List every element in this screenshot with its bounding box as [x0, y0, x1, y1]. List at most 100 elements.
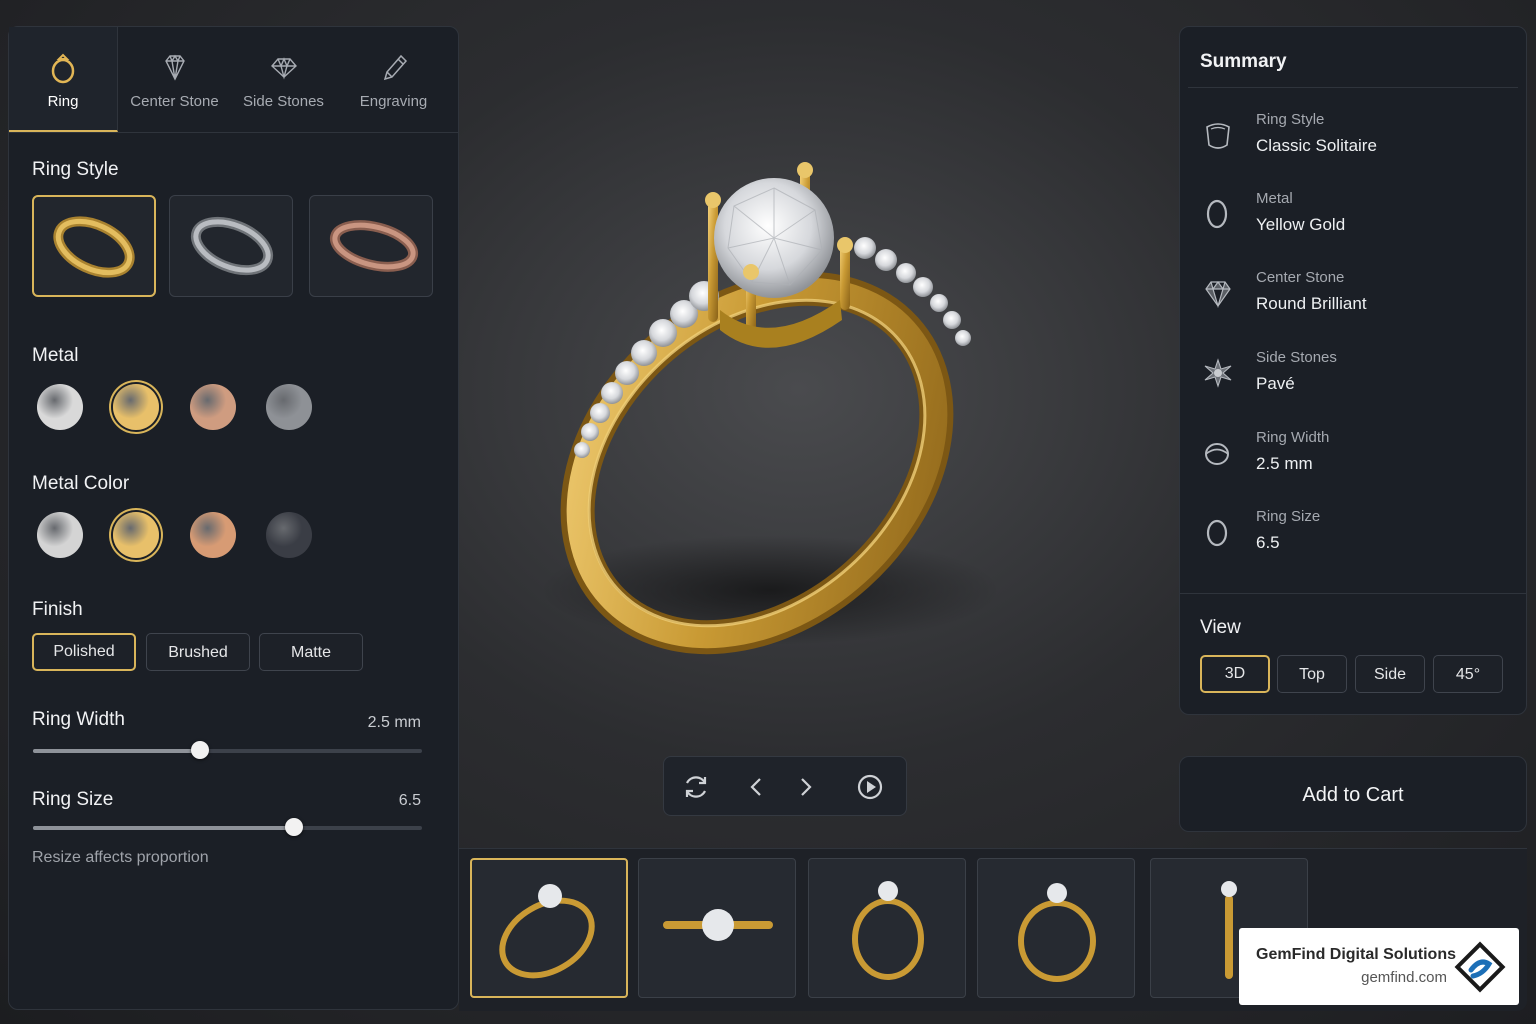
thumbnail-ring-image — [1018, 883, 1096, 982]
prong-tip — [705, 192, 721, 208]
diamond-icon — [164, 54, 185, 81]
tab-engraving-label: Engraving — [359, 93, 428, 110]
finish-polished-button[interactable]: Polished — [32, 633, 136, 671]
finish-title: Finish — [32, 599, 83, 620]
brand-url: gemfind.com — [1361, 969, 1447, 986]
thumbnail-ring-image — [663, 909, 773, 941]
ring-size-icon — [1206, 519, 1228, 547]
ring-style-title: Ring Style — [32, 159, 119, 180]
side-stones-icon — [1204, 358, 1232, 388]
summary-item-side-stones: Side Stones Pavé — [1200, 349, 1510, 409]
ring-size-slider-thumb[interactable] — [284, 818, 303, 836]
ring-width-slider[interactable] — [33, 741, 422, 759]
rose-gold-band-icon — [329, 220, 419, 272]
summary-item-ring-style: Ring Style Classic Solitaire — [1200, 111, 1510, 171]
ring-style-option-white[interactable] — [169, 195, 293, 297]
summary-value: 6.5 — [1256, 533, 1280, 552]
ring-size-note: Resize affects proportion — [32, 849, 209, 866]
metal-ring-icon — [1206, 199, 1228, 229]
chevron-left-icon[interactable] — [740, 771, 772, 803]
ring-width-slider-thumb[interactable] — [191, 741, 210, 759]
summary-value: Yellow Gold — [1256, 215, 1346, 234]
finish-brushed-button[interactable]: Brushed — [146, 633, 250, 671]
ring-width-title: Ring Width — [32, 709, 125, 730]
rotate-icon[interactable] — [680, 771, 712, 803]
add-to-cart-button[interactable]: Add to Cart — [1179, 756, 1527, 832]
ring-style-icon — [1206, 123, 1230, 149]
ring-style-option-rose[interactable] — [309, 195, 433, 297]
brand-badge[interactable]: GemFind Digital Solutions gemfind.com — [1239, 928, 1519, 1005]
prong-tip — [837, 237, 853, 253]
prong-tip — [797, 162, 813, 178]
summary-label: Ring Width — [1256, 429, 1330, 446]
metal-swatch[interactable] — [266, 384, 312, 430]
summary-item-metal: Metal Yellow Gold — [1200, 190, 1510, 250]
thumbnail-top[interactable] — [638, 858, 796, 998]
ring-size-slider-fill — [33, 826, 294, 830]
summary-label: Center Stone — [1256, 269, 1345, 286]
summary-value: Pavé — [1256, 374, 1295, 393]
chevron-right-icon[interactable] — [790, 771, 822, 803]
ring-size-title: Ring Size — [32, 789, 114, 810]
ring-3d-preview[interactable] — [470, 120, 1170, 740]
center-stone-icon — [1205, 280, 1231, 309]
summary-title: Summary — [1200, 51, 1287, 72]
summary-value: Round Brilliant — [1256, 294, 1367, 313]
tab-center-stone[interactable]: Center Stone — [120, 27, 229, 132]
tab-ring[interactable]: Ring — [9, 27, 118, 132]
ring-icon — [51, 53, 75, 84]
metal-color-swatch[interactable] — [37, 512, 83, 558]
metal-swatch[interactable] — [37, 384, 83, 430]
ring-width-value: 2.5 mm — [367, 714, 421, 731]
summary-item-ring-width: Ring Width 2.5 mm — [1200, 429, 1510, 489]
summary-value: Classic Solitaire — [1256, 136, 1377, 155]
yellow-gold-band-icon — [53, 216, 135, 278]
summary-label: Side Stones — [1256, 349, 1337, 366]
summary-value: 2.5 mm — [1256, 454, 1313, 473]
thumbnail-front-alt[interactable] — [977, 858, 1135, 998]
ring-size-slider[interactable] — [33, 818, 422, 836]
ring-width-icon — [1205, 443, 1229, 465]
summary-item-ring-size: Ring Size 6.5 — [1200, 508, 1510, 568]
metal-color-swatch[interactable] — [190, 512, 236, 558]
gemfind-logo-icon — [1454, 941, 1506, 993]
summary-divider — [1188, 87, 1518, 88]
summary-label: Ring Style — [1256, 111, 1325, 128]
pencil-icon — [383, 54, 407, 81]
metal-swatch[interactable] — [113, 384, 159, 430]
viewer-controls — [663, 756, 907, 816]
ring-width-slider-fill — [33, 749, 201, 753]
tab-center-stone-label: Center Stone — [130, 93, 219, 110]
thumbnail-ring-image — [499, 884, 595, 979]
tab-side-stones[interactable]: Side Stones — [229, 27, 338, 132]
ring-style-option-yellow[interactable] — [32, 195, 156, 297]
thumbnail-front[interactable] — [808, 858, 966, 998]
thumbnail-ring-image — [852, 881, 924, 980]
view-45-button[interactable]: 45° — [1433, 655, 1503, 693]
view-divider — [1180, 593, 1526, 594]
tab-engraving[interactable]: Engraving — [339, 27, 448, 132]
metal-color-swatch[interactable] — [113, 512, 159, 558]
gem-icon — [270, 57, 297, 80]
view-title: View — [1200, 617, 1241, 638]
finish-matte-button[interactable]: Matte — [259, 633, 363, 671]
configurator-panel: Ring Center Stone Side Stones Engraving … — [8, 26, 459, 1010]
metal-swatch[interactable] — [190, 384, 236, 430]
view-3d-button[interactable]: 3D — [1200, 655, 1270, 693]
thumbnail-angled[interactable] — [470, 858, 628, 998]
white-gold-band-icon — [190, 216, 274, 276]
view-top-button[interactable]: Top — [1277, 655, 1347, 693]
prong-tip — [743, 264, 759, 280]
metal-color-swatch[interactable] — [266, 512, 312, 558]
play-icon[interactable] — [854, 771, 886, 803]
summary-item-center-stone: Center Stone Round Brilliant — [1200, 269, 1510, 329]
brand-name: GemFind Digital Solutions — [1256, 946, 1456, 963]
summary-label: Metal — [1256, 190, 1293, 207]
tab-ring-label: Ring — [47, 93, 79, 110]
ring-size-value: 6.5 — [398, 792, 421, 809]
view-side-button[interactable]: Side — [1355, 655, 1425, 693]
tab-side-stones-label: Side Stones — [243, 93, 324, 110]
metal-title: Metal — [32, 345, 79, 366]
summary-panel: Summary Ring Style Classic Solitaire Met… — [1179, 26, 1527, 715]
metal-color-title: Metal Color — [32, 473, 130, 494]
